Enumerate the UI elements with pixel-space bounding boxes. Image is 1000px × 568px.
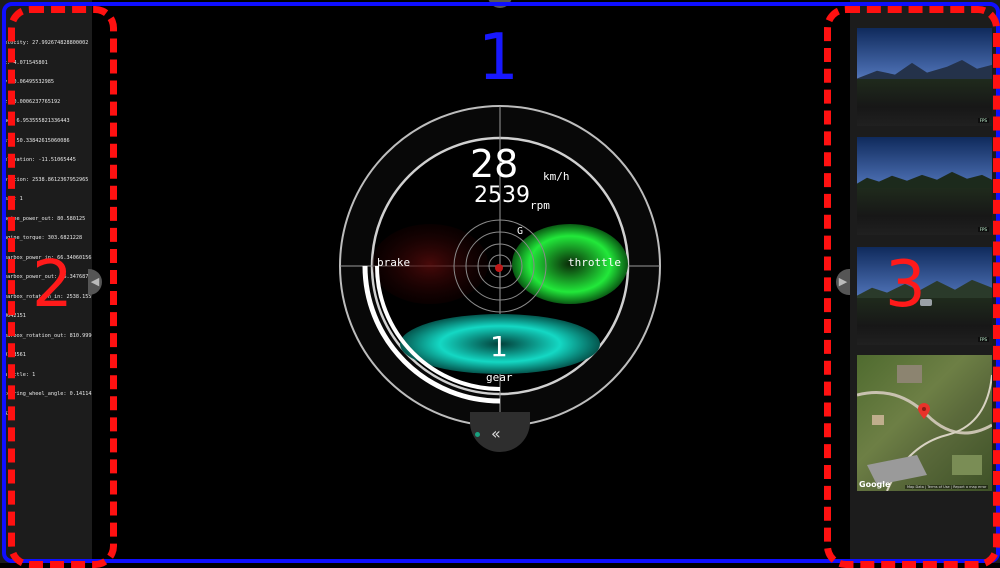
region-1-label: 1 bbox=[478, 21, 519, 95]
region-2-label: 2 bbox=[32, 248, 73, 322]
region-3-label: 3 bbox=[885, 248, 926, 322]
